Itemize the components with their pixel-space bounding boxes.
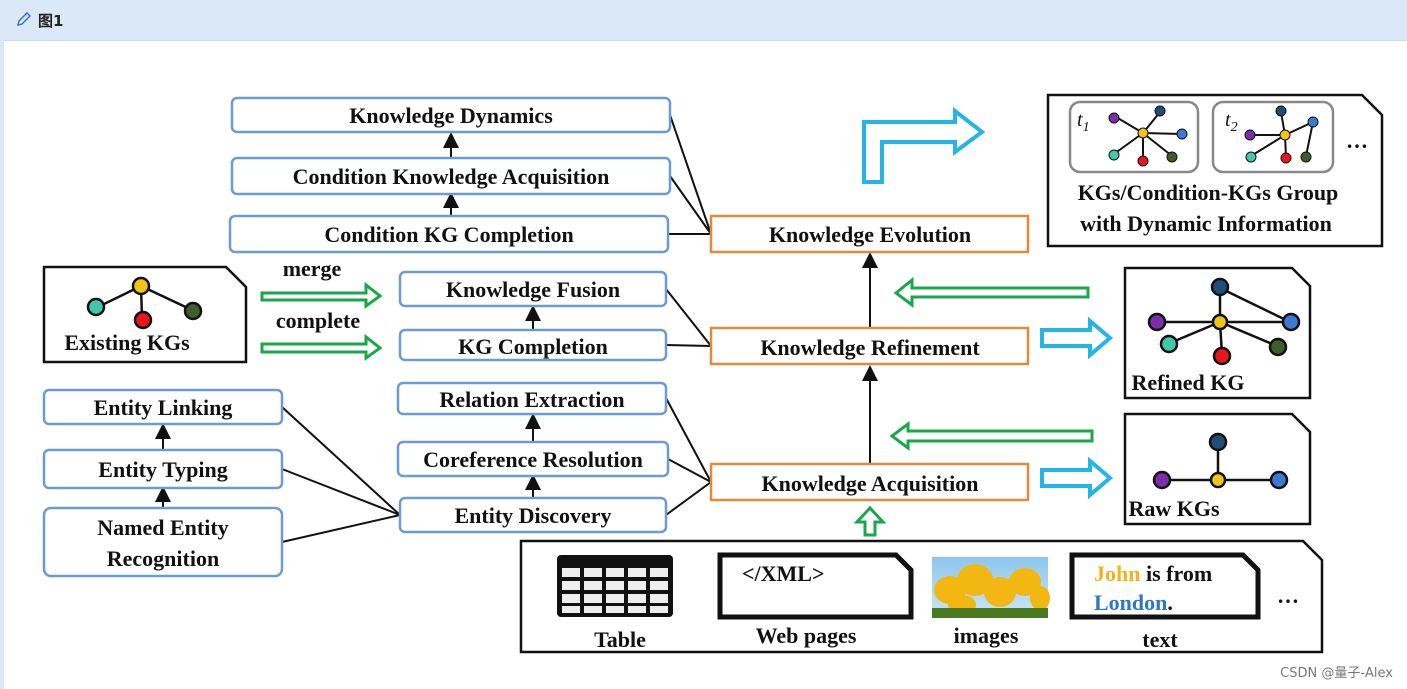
relation-extraction-label: Relation Extraction: [439, 387, 624, 412]
svg-text:John is from: John is from: [1094, 561, 1212, 586]
text-label: text: [1142, 627, 1178, 652]
acquisition-output-arrow: [1040, 456, 1114, 500]
acquire-feedback-arrow: [889, 421, 1094, 451]
knowledge-evolution-label: Knowledge Evolution: [769, 222, 971, 247]
entity-typing-label: Entity Typing: [98, 457, 227, 482]
sources-ellipsis: …: [1277, 583, 1299, 608]
existing-kgs-label: Existing KGs: [64, 330, 190, 355]
table-label: Table: [594, 627, 646, 652]
complete-arrow: [260, 333, 383, 361]
t2-subscript: 2: [1231, 120, 1238, 135]
t1-subscript: 1: [1083, 120, 1090, 135]
merge-arrow: [260, 281, 383, 309]
web-pages-label: Web pages: [756, 623, 857, 648]
kg-group-label-line2: with Dynamic Information: [1080, 211, 1332, 236]
images-label: images: [954, 623, 1019, 648]
refinement-output-arrow: [1040, 316, 1114, 360]
text-john: John: [1094, 561, 1140, 586]
text-is-from: is from: [1140, 561, 1212, 586]
kg-completion-label: KG Completion: [458, 334, 608, 359]
flower-image: [932, 557, 1050, 618]
kg-snapshot-t1: t1: [1068, 100, 1200, 174]
table-icon: [557, 555, 673, 617]
entity-discovery-label: Entity Discovery: [454, 503, 611, 528]
knowledge-refinement-label: Knowledge Refinement: [760, 335, 980, 360]
condition-knowledge-acquisition-label: Condition Knowledge Acquisition: [293, 164, 610, 189]
knowledge-acquisition-label: Knowledge Acquisition: [762, 471, 979, 496]
web-page-icon: </XML>: [717, 552, 914, 620]
text-london: London: [1094, 590, 1167, 615]
entity-linking-label: Entity Linking: [94, 395, 233, 420]
watermark: CSDN @量子-Alex: [1280, 666, 1393, 681]
knowledge-fusion-label: Knowledge Fusion: [446, 277, 620, 302]
coreference-resolution-label: Coreference Resolution: [423, 447, 643, 472]
merge-label: merge: [283, 256, 342, 281]
kg-snapshot-t2: t2: [1211, 100, 1335, 174]
refine-feedback-arrow: [893, 276, 1090, 308]
evolution-output-arrow: [862, 106, 986, 184]
ner-label-line2: Recognition: [107, 546, 219, 571]
complete-label: complete: [276, 308, 361, 333]
kg-group-ellipsis: …: [1346, 128, 1368, 153]
sources-up-arrow: [853, 505, 887, 537]
refined-kg-label: Refined KG: [1131, 370, 1244, 395]
text-period: .: [1167, 590, 1173, 615]
svg-text:London.: London.: [1094, 590, 1173, 615]
text-document-icon: John is from London.: [1069, 552, 1261, 620]
kg-lifecycle-diagram: Knowledge Dynamics Condition Knowledge A…: [42, 93, 1384, 654]
condition-kg-completion-label: Condition KG Completion: [324, 222, 573, 247]
knowledge-dynamics-label: Knowledge Dynamics: [349, 103, 553, 128]
xml-tag-text: </XML>: [742, 561, 825, 586]
kg-group-label-line1: KGs/Condition-KGs Group: [1078, 180, 1339, 205]
raw-kgs-label: Raw KGs: [1128, 496, 1220, 521]
ner-label-line1: Named Entity: [97, 515, 228, 540]
